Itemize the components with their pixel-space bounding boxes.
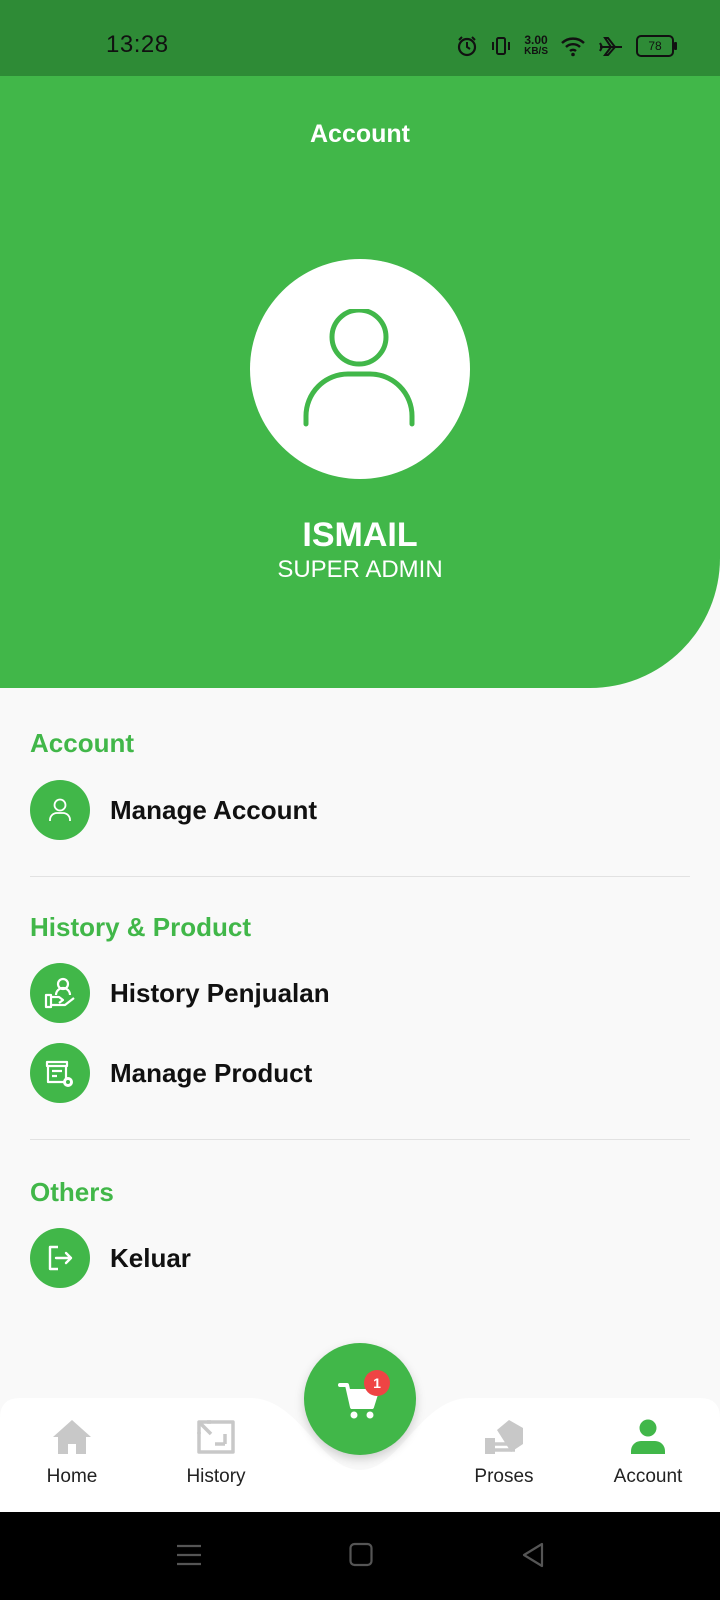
section-title-account: Account: [30, 728, 134, 758]
profile-header: Account ISMAIL SUPER ADMIN: [0, 76, 720, 688]
menu-icon-circle: [30, 963, 90, 1023]
section-title-history-product: History & Product: [30, 912, 252, 942]
keluar-item[interactable]: Keluar: [30, 1228, 191, 1288]
history-icon: [197, 1420, 235, 1454]
product-settings-icon: [45, 1060, 73, 1087]
wifi-icon: [561, 37, 585, 57]
manage-account-item[interactable]: Manage Account: [30, 780, 317, 840]
cart-button[interactable]: 1: [304, 1343, 416, 1455]
home-icon: [53, 1420, 91, 1454]
nav-label: History: [186, 1466, 246, 1487]
status-bar: 13:28 3.00 KB/S 78: [0, 0, 720, 76]
nav-proses[interactable]: Proses: [444, 1418, 564, 1488]
alarm-icon: [457, 36, 477, 57]
menu-label: Manage Product: [110, 1057, 313, 1088]
user-role: SUPER ADMIN: [277, 556, 443, 583]
status-time: 13:28: [106, 31, 169, 58]
logout-icon: [48, 1245, 73, 1271]
vibrate-icon: [492, 37, 511, 55]
menu-label: Keluar: [110, 1242, 191, 1273]
nav-account[interactable]: Account: [588, 1418, 708, 1488]
user-name: ISMAIL: [302, 516, 418, 554]
battery-indicator: 78: [636, 35, 677, 57]
avatar: [250, 259, 470, 479]
menu-icon-circle: [30, 780, 90, 840]
history-penjualan-item[interactable]: History Penjualan: [30, 963, 330, 1023]
proses-icon: [485, 1420, 523, 1454]
user-icon: [49, 798, 71, 821]
menu-icon-circle: [30, 1043, 90, 1103]
home-square-icon[interactable]: [349, 1542, 373, 1568]
system-navigation-bar: [0, 1512, 720, 1600]
menu-icon[interactable]: [176, 1542, 202, 1568]
menu-icon-circle: [30, 1228, 90, 1288]
nav-label: Account: [613, 1466, 683, 1487]
account-icon: [631, 1419, 665, 1454]
airplane-icon: [599, 37, 622, 56]
hand-user-icon: [44, 977, 75, 1009]
cart-badge: 1: [364, 1370, 390, 1396]
nav-history[interactable]: History: [156, 1418, 276, 1488]
page-title: Account: [310, 120, 410, 148]
section-title-others: Others: [30, 1177, 114, 1207]
nav-label: Proses: [474, 1466, 534, 1487]
nav-home[interactable]: Home: [12, 1418, 132, 1488]
divider: [30, 1139, 690, 1140]
status-icons: 3.00 KB/S 78: [456, 32, 677, 60]
menu-label: Manage Account: [110, 794, 318, 825]
user-icon: [303, 309, 415, 427]
manage-product-item[interactable]: Manage Product: [30, 1043, 312, 1103]
nav-label: Home: [46, 1466, 98, 1487]
back-icon[interactable]: [521, 1542, 545, 1568]
menu-label: History Penjualan: [110, 977, 330, 1008]
divider: [30, 876, 690, 877]
network-speed: 3.00 KB/S: [524, 33, 548, 57]
